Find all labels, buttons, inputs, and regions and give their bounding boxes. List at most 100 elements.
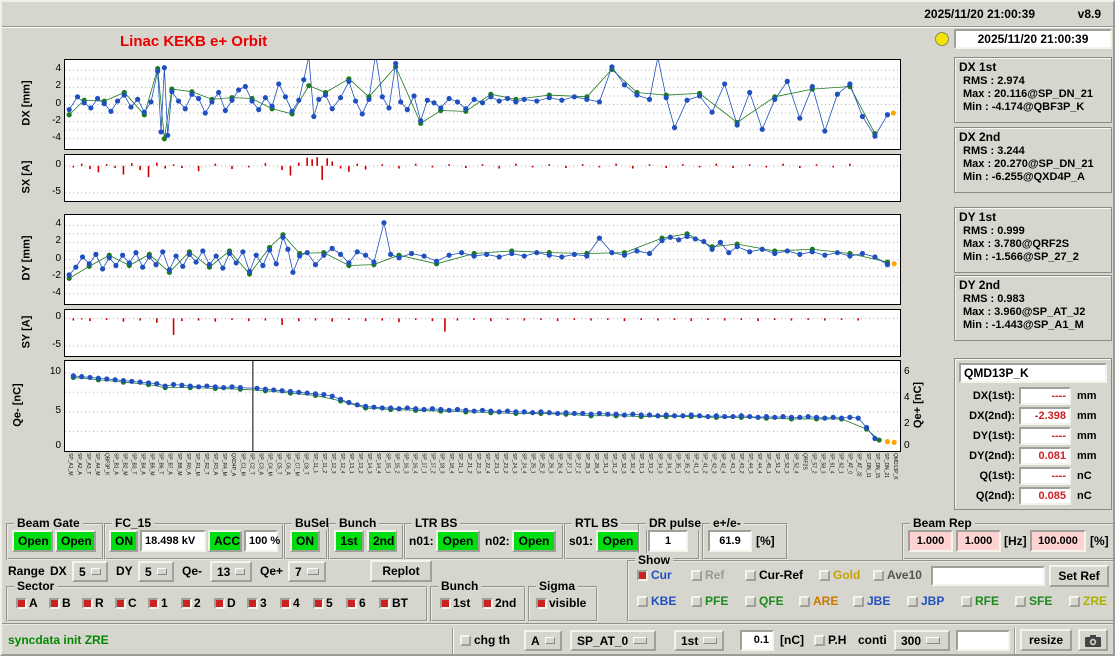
ref-name-field[interactable] — [931, 566, 1045, 586]
stats-header: DX 2nd — [959, 130, 1001, 144]
sector-3-checkbox[interactable] — [247, 598, 258, 609]
monitor-select[interactable]: SP_AT_0 — [570, 630, 656, 651]
show-sfe-checkbox[interactable] — [1015, 596, 1026, 607]
threshold-field[interactable]: 0.1 — [740, 630, 774, 651]
range-dx-select[interactable]: 5 — [72, 561, 108, 582]
ltr-n01-open-button[interactable]: Open — [436, 530, 480, 552]
rtl-s01-label: s01: — [569, 534, 594, 548]
camera-icon — [1085, 634, 1101, 647]
beam-gate-group: Beam Gate Open Open — [6, 516, 104, 560]
stats-dx-2nd: DX 2nd RMS : 3.244 Max : 20.270@SP_DN_21… — [954, 127, 1112, 193]
range-dx-label: DX — [50, 564, 67, 578]
stats-min: Min : -6.255@QXD4P_A — [963, 171, 1085, 183]
show-cur-ref-checkbox[interactable] — [745, 570, 756, 581]
stats-min: Min : -4.174@QBF3P_K — [963, 101, 1085, 113]
monitor-row-value: 0.085 — [1019, 487, 1071, 505]
sector-6-label: 6 — [359, 596, 366, 610]
sector-4-checkbox[interactable] — [280, 598, 291, 609]
beam-gate-open-1-button[interactable]: Open — [12, 530, 53, 552]
dx-orbit-plot[interactable] — [64, 59, 901, 150]
sector-d-checkbox[interactable] — [214, 598, 225, 609]
show-zre-checkbox[interactable] — [1069, 596, 1080, 607]
bunch-1st-label: 1st — [453, 596, 471, 610]
stats-dy-2nd: DY 2nd RMS : 0.983 Max : 3.960@SP_AT_J2 … — [954, 275, 1112, 341]
stats-max: Max : 3.960@SP_AT_J2 — [963, 306, 1086, 318]
ph-checkbox[interactable] — [814, 635, 825, 646]
show-are-checkbox[interactable] — [799, 596, 810, 607]
ltr-n02-open-button[interactable]: Open — [512, 530, 556, 552]
dr-pulse-field[interactable]: 1 — [648, 530, 688, 552]
busel-on-button[interactable]: ON — [290, 530, 320, 552]
bunch-group-label: Bunch — [336, 516, 380, 530]
show-qfe-checkbox[interactable] — [745, 596, 756, 607]
replot-button[interactable]: Replot — [370, 560, 432, 582]
ltr-bs-group: LTR BS n01: Open n02: Open — [404, 516, 564, 560]
sigma-visible-checkbox[interactable] — [536, 598, 547, 609]
show-cur-checkbox[interactable] — [637, 570, 648, 581]
show-pfe-label: PFE — [705, 594, 729, 608]
set-ref-button[interactable]: Set Ref — [1049, 565, 1109, 587]
bunch-2nd-label: 2nd — [495, 596, 517, 610]
sy-steering-plot[interactable] — [64, 309, 901, 357]
sector-5-checkbox[interactable] — [313, 598, 324, 609]
bunch-1st-checkbox[interactable] — [440, 598, 451, 609]
statusbar-separator — [1014, 628, 1016, 654]
beam-gate-open-2-button[interactable]: Open — [55, 530, 96, 552]
sector-4-label: 4 — [293, 596, 300, 610]
sector-b-checkbox[interactable] — [49, 598, 60, 609]
show-ref-checkbox[interactable] — [691, 570, 702, 581]
show-rfe-checkbox[interactable] — [961, 596, 972, 607]
bunch-select[interactable]: 1st — [674, 630, 724, 651]
show-jbe-checkbox[interactable] — [853, 596, 864, 607]
aux-field[interactable] — [956, 630, 1010, 651]
sector-a-checkbox[interactable] — [16, 598, 27, 609]
optmenu-dash-icon — [633, 637, 648, 644]
dy-axis-label: DY [mm] — [20, 235, 33, 281]
sector-c-checkbox[interactable] — [115, 598, 126, 609]
beam-rep-3-field: 100.000 — [1030, 530, 1086, 552]
bunch-2nd-button[interactable]: 2nd — [367, 530, 397, 552]
monitor-row-unit: nC — [1077, 470, 1092, 482]
show-jbp-checkbox[interactable] — [907, 596, 918, 607]
resize-button[interactable]: resize — [1020, 629, 1072, 651]
rtl-s01-open-button[interactable]: Open — [596, 530, 640, 552]
monitor-row-label: Q(2nd): — [975, 490, 1015, 502]
fc15-kv-field: 18.498 kV — [140, 530, 206, 552]
bunch-1st-button[interactable]: 1st — [334, 530, 364, 552]
sector-6-checkbox[interactable] — [346, 598, 357, 609]
sector-r-checkbox[interactable] — [82, 598, 93, 609]
dy-orbit-plot[interactable] — [64, 214, 901, 305]
show-pfe-checkbox[interactable] — [691, 596, 702, 607]
top-separator — [2, 26, 1113, 28]
ratio-group-label: e+/e- — [710, 516, 744, 530]
sx-steering-plot[interactable] — [64, 154, 901, 202]
bunch-2nd-checkbox[interactable] — [482, 598, 493, 609]
screenshot-button[interactable] — [1078, 629, 1108, 651]
stats-header: DY 1st — [959, 210, 997, 224]
fc15-on-button[interactable]: ON — [109, 530, 138, 552]
sector-1-checkbox[interactable] — [148, 598, 159, 609]
busel-group-label: BuSel — [292, 516, 333, 530]
range-dy-select[interactable]: 5 — [138, 561, 174, 582]
show-ave10-checkbox[interactable] — [873, 570, 884, 581]
stats-max: Max : 20.270@SP_DN_21 — [963, 158, 1094, 170]
monitor-row-label: Q(1st): — [979, 470, 1015, 482]
show-gold-checkbox[interactable] — [819, 570, 830, 581]
chg-th-checkbox[interactable] — [460, 635, 471, 646]
stats-min: Min : -1.566@SP_27_2 — [963, 251, 1079, 263]
ltr-bs-group-label: LTR BS — [412, 516, 461, 530]
monitor-row-value: -2.398 — [1019, 407, 1071, 425]
range-dx-value: 5 — [79, 564, 86, 579]
range-qem-select[interactable]: 13 — [210, 561, 252, 582]
show-kbe-checkbox[interactable] — [637, 596, 648, 607]
sector-2-checkbox[interactable] — [181, 598, 192, 609]
charge-plot[interactable] — [64, 360, 901, 452]
bunch-select-group: Bunch 1st 2nd — [430, 579, 526, 622]
sector-bt-checkbox[interactable] — [379, 598, 390, 609]
monitor-name-field[interactable]: QMD13P_K — [959, 363, 1107, 383]
app-version: v8.9 — [1077, 7, 1101, 21]
interval-select[interactable]: 300 — [894, 630, 950, 651]
range-qep-select[interactable]: 7 — [288, 561, 326, 582]
fc15-acc-button[interactable]: ACC — [208, 530, 242, 552]
mode-select[interactable]: A — [524, 630, 562, 651]
